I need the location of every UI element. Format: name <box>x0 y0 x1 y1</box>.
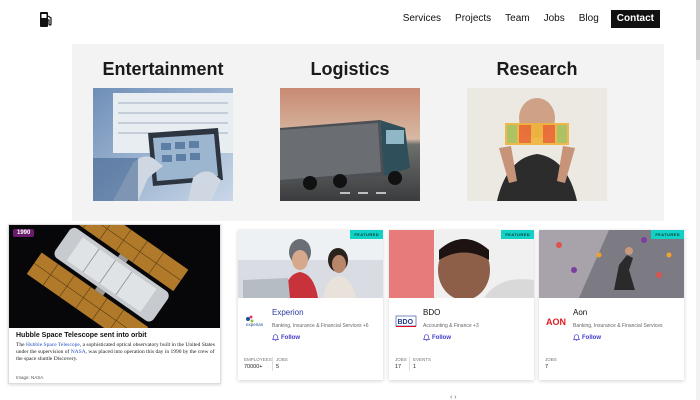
scrollbar-thumb[interactable] <box>696 0 700 60</box>
company-industry: Accounting & Finance +3 <box>423 323 479 329</box>
svg-text:AON: AON <box>546 317 566 327</box>
aon-logo-icon: AON <box>546 317 566 327</box>
climbing-wall-photo: FEATURED <box>539 230 684 298</box>
follow-button[interactable]: Follow <box>272 334 300 341</box>
follow-label: Follow <box>582 334 601 341</box>
category-title: Logistics <box>310 59 390 79</box>
stat-value: 1 <box>413 364 417 370</box>
top-navbar: Services Projects Team Jobs Blog Contact <box>0 0 700 38</box>
stat-label: Jobs <box>395 357 407 362</box>
history-title: Hubble Space Telescope sent into orbit <box>16 332 147 339</box>
featured-badge: FEATURED <box>501 230 534 239</box>
follow-label: Follow <box>432 334 451 341</box>
man-portrait-photo: FEATURED <box>389 230 534 298</box>
svg-text:experian: experian <box>246 322 264 327</box>
company-name[interactable]: BDO <box>423 308 440 317</box>
company-name[interactable]: Experion <box>272 308 304 317</box>
contact-button[interactable]: Contact <box>610 10 660 28</box>
featured-badge: FEATURED <box>651 230 684 239</box>
featured-badge: FEATURED <box>350 230 383 239</box>
stat-label: Events <box>413 357 432 362</box>
nav-link-projects[interactable]: Projects <box>455 10 491 28</box>
bdo-logo-icon: BDO <box>395 315 417 327</box>
svg-text:BDO: BDO <box>398 319 414 326</box>
tablet-hands-photo <box>93 88 233 201</box>
person-color-filters-photo <box>467 88 607 201</box>
follow-button[interactable]: Follow <box>423 334 451 341</box>
stat-label: Jobs <box>276 357 288 362</box>
company-industry: Banking, Insurance & Financial Services <box>573 323 663 329</box>
company-card-aon[interactable]: FEATURED AON Aon Banking, Insurance & Fi… <box>539 230 684 380</box>
stat-value: 5 <box>276 364 280 370</box>
follow-button[interactable]: Follow <box>573 334 601 341</box>
team-laptop-photo: FEATURED <box>238 230 383 298</box>
follow-label: Follow <box>281 334 300 341</box>
hubble-link[interactable]: Hubble Space Telescope <box>26 342 80 348</box>
category-research[interactable]: Research <box>467 58 607 201</box>
stat-divider <box>272 357 273 371</box>
truck-highway-photo <box>280 88 420 201</box>
stat-value: 17 <box>395 364 402 370</box>
category-title: Research <box>496 59 578 79</box>
stat-label: Jobs <box>545 357 557 362</box>
fuel-pump-icon[interactable] <box>39 10 53 28</box>
category-title: Entertainment <box>102 59 224 79</box>
nasa-link[interactable]: NASA <box>71 349 86 355</box>
hubble-telescope-photo: 1990 <box>9 225 220 328</box>
scrollbar[interactable] <box>696 0 700 400</box>
categories-panel: Entertainment Logistics Research <box>72 44 664 221</box>
company-industry: Banking, Insurance & Financial Services … <box>272 323 369 329</box>
company-name[interactable]: Aon <box>573 308 587 317</box>
stat-value: 70000+ <box>244 364 263 370</box>
company-card-bdo[interactable]: FEATURED BDO BDO Accounting & Finance +3… <box>389 230 534 380</box>
stat-label: Employees <box>244 357 272 362</box>
category-logistics[interactable]: Logistics <box>280 58 420 201</box>
nav-link-blog[interactable]: Blog <box>579 10 599 28</box>
bell-icon <box>423 334 430 341</box>
nav-link-team[interactable]: Team <box>505 10 529 28</box>
category-entertainment[interactable]: Entertainment <box>93 58 233 201</box>
history-card[interactable]: 1990 Hubble Space Telescope sent into or… <box>8 224 221 384</box>
desc-text: The <box>16 342 26 348</box>
nav-link-services[interactable]: Services <box>403 10 441 28</box>
bell-icon <box>272 334 279 341</box>
experion-logo-icon: experian <box>246 315 264 327</box>
page: Services Projects Team Jobs Blog Contact… <box>0 0 700 400</box>
nav-links: Services Projects Team Jobs Blog Contact <box>389 10 660 28</box>
stat-value: 7 <box>545 364 549 370</box>
year-badge: 1990 <box>13 229 35 237</box>
stat-divider <box>409 357 410 371</box>
nav-link-jobs[interactable]: Jobs <box>544 10 565 28</box>
history-description: The Hubble Space Telescope, a sophistica… <box>16 342 216 363</box>
company-card-experion[interactable]: FEATURED experian Experion Banking, Insu… <box>238 230 383 380</box>
image-credit: Image: NASA <box>16 375 44 380</box>
bell-icon <box>573 334 580 341</box>
carousel-arrows[interactable]: ‹ › <box>450 394 457 400</box>
